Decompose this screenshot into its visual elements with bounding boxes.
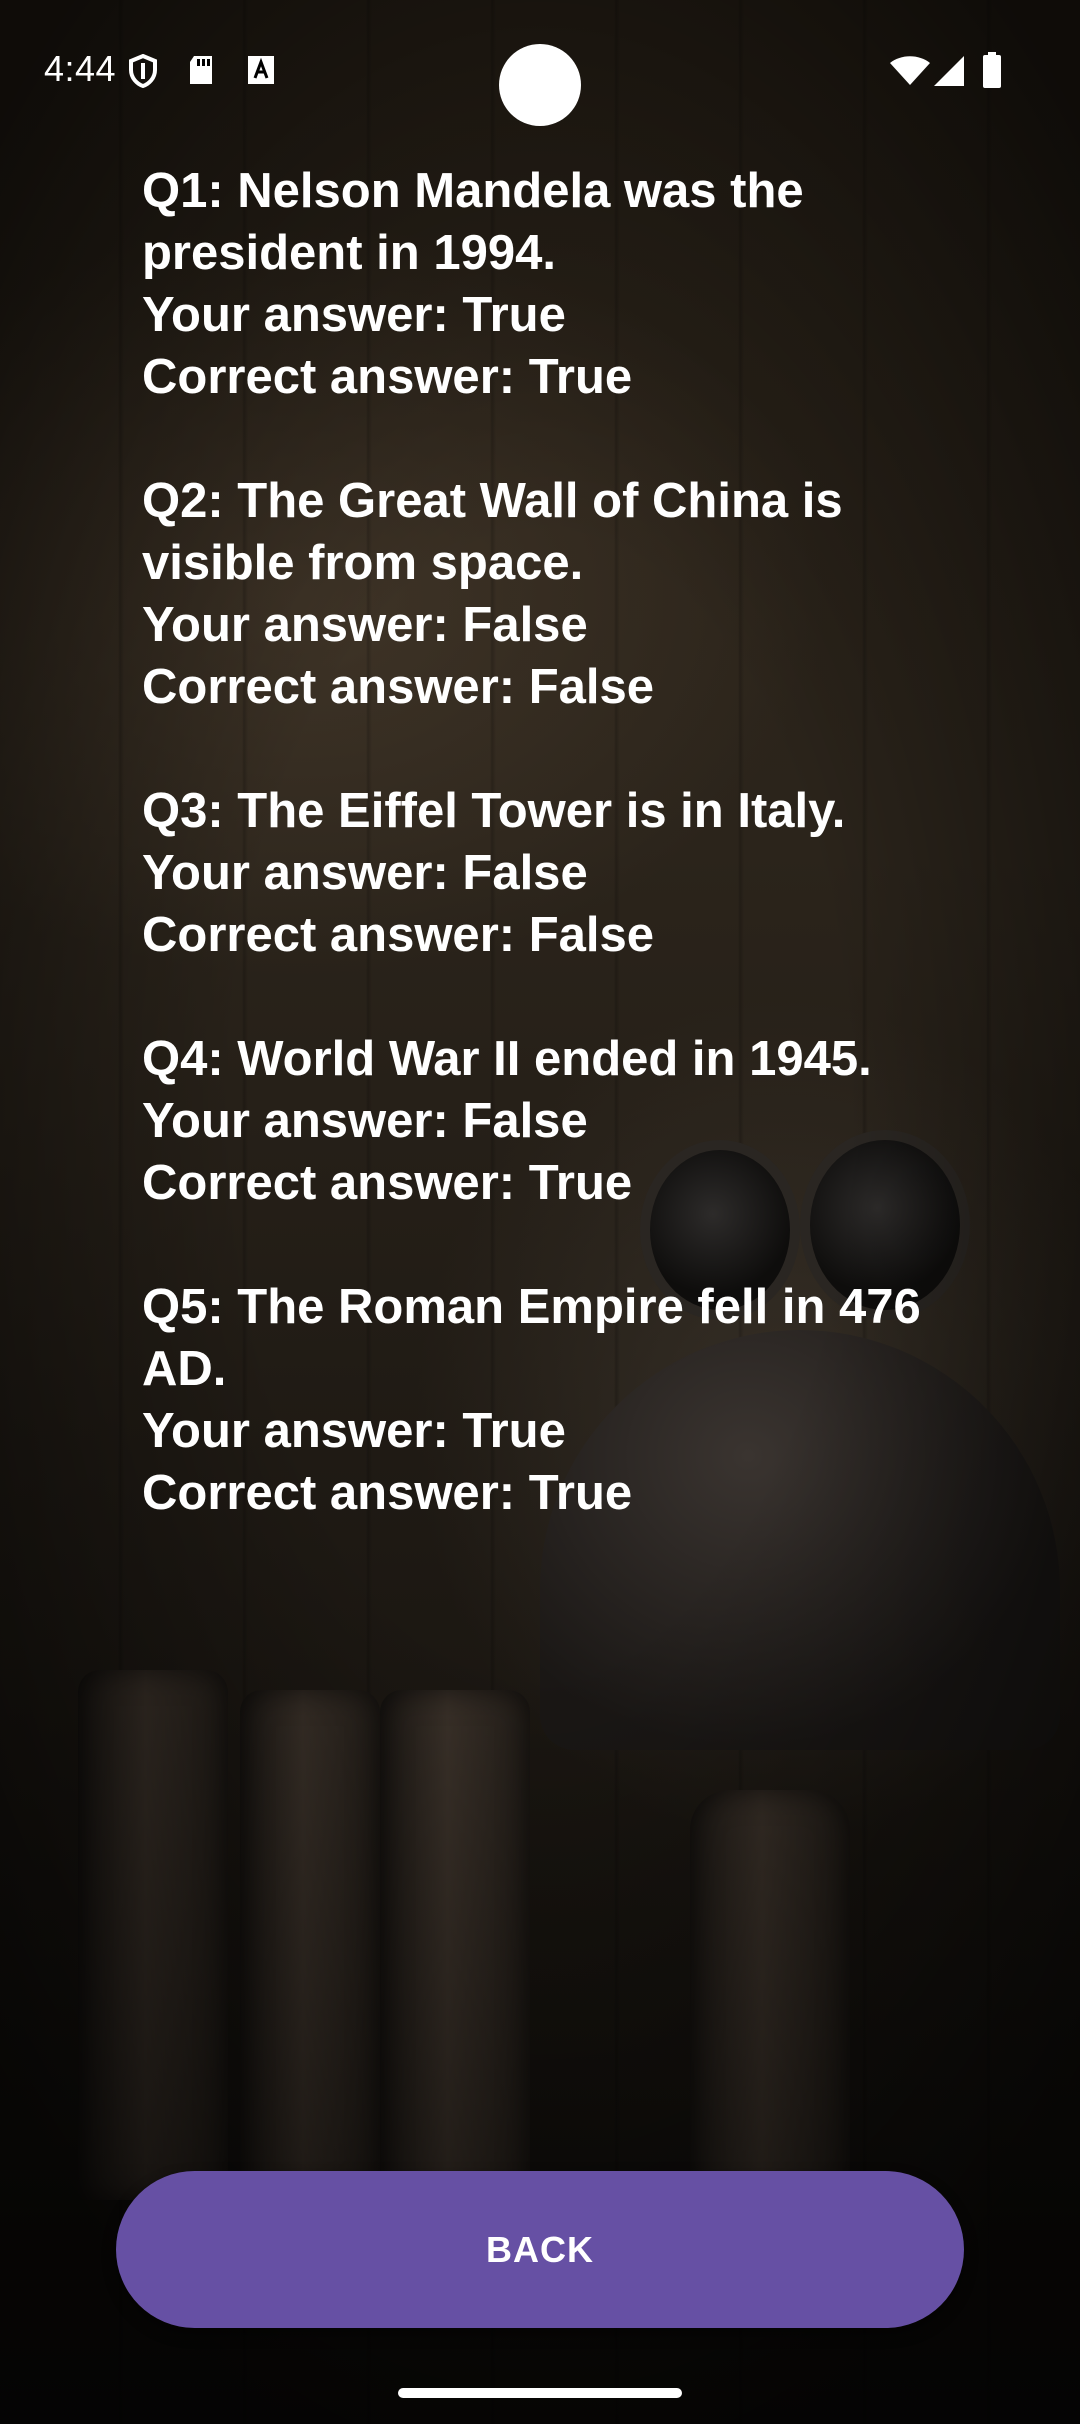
screen: 4:44 Q1: Nelson Mandela was the presiden…	[0, 0, 1080, 2424]
wifi-icon	[890, 56, 930, 91]
result-item: Q4: World War II ended in 1945. Your ans…	[142, 1028, 962, 1214]
question-text: Q2: The Great Wall of China is visible f…	[142, 474, 843, 590]
battery-icon	[982, 52, 1002, 93]
correct-answer-text: Correct answer: True	[142, 1156, 633, 1210]
question-text: Q4: World War II ended in 1945.	[142, 1032, 872, 1086]
result-item: Q2: The Great Wall of China is visible f…	[142, 470, 962, 718]
shield-icon	[128, 53, 158, 93]
status-bar: 4:44	[0, 0, 1080, 140]
correct-answer-text: Correct answer: False	[142, 908, 654, 962]
correct-answer-text: Correct answer: True	[142, 1466, 633, 1520]
result-item: Q3: The Eiffel Tower is in Italy. Your a…	[142, 780, 962, 966]
home-indicator[interactable]	[398, 2388, 682, 2398]
signal-icon	[934, 56, 966, 91]
back-button[interactable]: BACK	[116, 2171, 964, 2328]
result-item: Q5: The Roman Empire fell in 476 AD. You…	[142, 1276, 962, 1524]
results-list: Q1: Nelson Mandela was the president in …	[142, 160, 962, 1586]
your-answer-text: Your answer: False	[142, 598, 588, 652]
question-text: Q5: The Roman Empire fell in 476 AD.	[142, 1280, 921, 1396]
correct-answer-text: Correct answer: True	[142, 350, 633, 404]
question-text: Q3: The Eiffel Tower is in Italy.	[142, 784, 846, 838]
your-answer-text: Your answer: True	[142, 288, 566, 342]
result-item: Q1: Nelson Mandela was the president in …	[142, 160, 962, 408]
font-download-icon	[246, 54, 276, 91]
camera-cutout	[499, 44, 581, 126]
sd-card-icon	[188, 54, 216, 91]
your-answer-text: Your answer: False	[142, 846, 588, 900]
your-answer-text: Your answer: True	[142, 1404, 566, 1458]
question-text: Q1: Nelson Mandela was the president in …	[142, 164, 804, 280]
status-time: 4:44	[44, 48, 117, 89]
your-answer-text: Your answer: False	[142, 1094, 588, 1148]
correct-answer-text: Correct answer: False	[142, 660, 654, 714]
